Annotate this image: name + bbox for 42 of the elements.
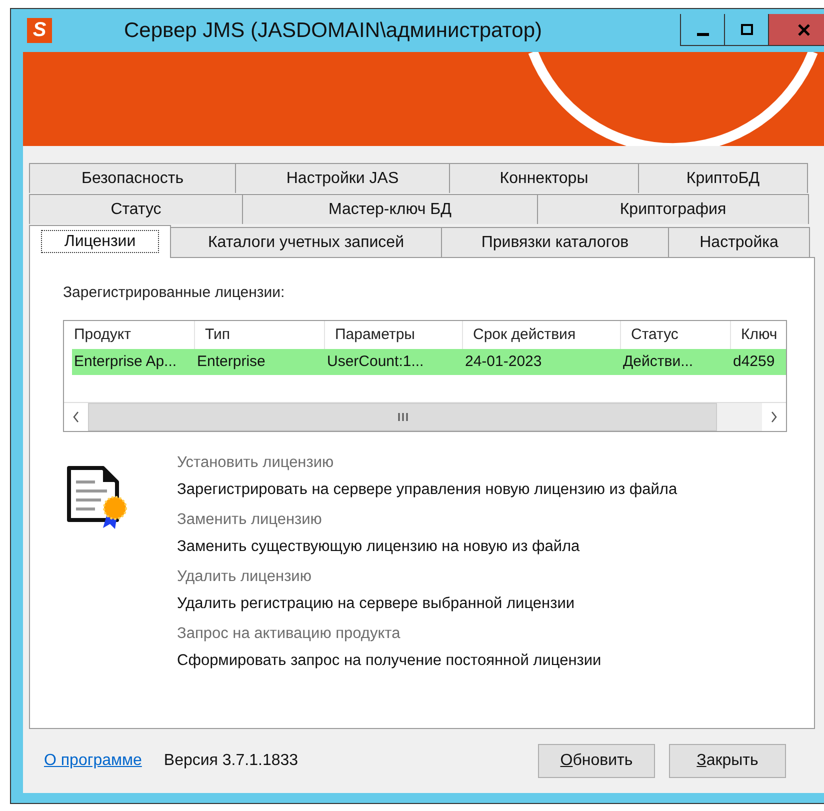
tab[interactable]: Криптография bbox=[537, 194, 809, 224]
dialog-button[interactable]: Обновить bbox=[538, 744, 655, 778]
action-description: Зарегистрировать на сервере управления новую лицензию из файла bbox=[177, 481, 678, 499]
action-description: Сформировать запрос на получение постоянной лицензии bbox=[177, 652, 602, 670]
about-link[interactable]: О программе bbox=[44, 752, 142, 770]
scroll-left-icon[interactable] bbox=[64, 403, 88, 431]
scroll-right-icon[interactable] bbox=[762, 403, 786, 431]
table-cell-text: Enterprise bbox=[196, 352, 266, 372]
tab[interactable]: Мастер-ключ БД bbox=[242, 194, 538, 224]
action-link[interactable]: Удалить лицензию bbox=[177, 568, 678, 586]
tab[interactable]: Настройки JAS bbox=[235, 163, 450, 193]
table-cell-text: Действи... bbox=[622, 352, 694, 372]
action-description: Удалить регистрацию на сервере выбранной лицензии bbox=[177, 595, 576, 613]
app-logo-icon: S bbox=[27, 18, 52, 43]
tab[interactable]: Лицензии bbox=[29, 225, 171, 258]
close-button[interactable] bbox=[769, 14, 824, 45]
maximize-icon bbox=[740, 22, 754, 36]
tab[interactable]: КриптоБД bbox=[638, 163, 808, 193]
tab[interactable]: Привязки каталогов bbox=[441, 227, 669, 257]
close-icon bbox=[797, 22, 811, 36]
dialog-button[interactable]: Закрыть bbox=[669, 744, 786, 778]
version-text: Версия 3.7.1.1833 bbox=[164, 752, 298, 770]
tab[interactable]: Статус bbox=[29, 194, 243, 224]
scrollbar-thumb[interactable] bbox=[88, 403, 717, 431]
table-cell-text: UserCount:1... bbox=[326, 352, 425, 372]
minimize-icon bbox=[696, 33, 708, 36]
action-description: Заменить существующую лицензию на новую из файла bbox=[177, 538, 581, 556]
table-row[interactable]: Enterprise Ap... Enterprise UserCount:1... 24-01-2023 Действи... d4259 bbox=[72, 349, 786, 375]
certificate-icon bbox=[65, 464, 129, 530]
tab[interactable]: Каталоги учетных записей bbox=[170, 227, 442, 257]
table-cell-text: d4259 bbox=[732, 352, 776, 372]
window-title: Сервер JMS (JASDOMAIN\администратор) bbox=[124, 18, 542, 42]
action-link[interactable]: Заменить лицензию bbox=[177, 511, 678, 529]
tab[interactable]: Настройка bbox=[668, 227, 810, 257]
tab[interactable]: Безопасность bbox=[29, 163, 236, 193]
action-link[interactable]: Установить лицензию bbox=[177, 454, 678, 472]
section-label: Зарегистрированные лицензии: bbox=[63, 284, 286, 301]
tab[interactable]: Коннекторы bbox=[449, 163, 639, 193]
action-link[interactable]: Запрос на активацию продукта bbox=[177, 625, 678, 643]
horizontal-scrollbar[interactable] bbox=[64, 402, 786, 431]
table-cell-text: 24-01-2023 bbox=[464, 352, 543, 372]
table-cell-text: Enterprise Ap... bbox=[73, 352, 178, 372]
